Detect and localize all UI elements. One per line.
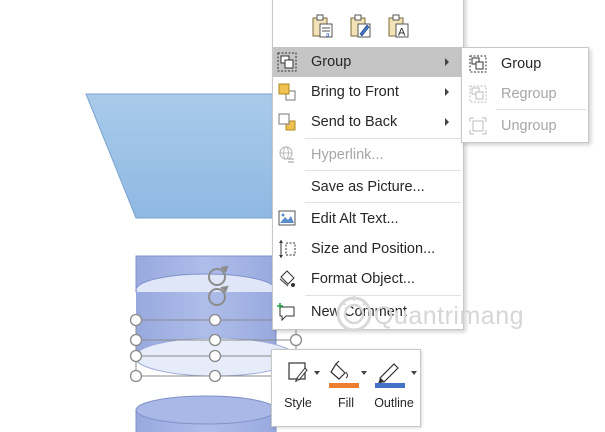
menu-item-size-and-position[interactable]: Size and Position... xyxy=(273,234,463,264)
submenu-arrow-icon xyxy=(445,118,449,126)
menu-item-label: Size and Position... xyxy=(311,241,436,257)
menu-separator xyxy=(305,138,461,139)
menu-item-new-comment[interactable]: New Comment xyxy=(273,297,463,327)
submenu-arrow-icon xyxy=(445,88,449,96)
mini-toolbar: Style Fill Outline xyxy=(271,349,421,427)
menu-item-group[interactable]: Group xyxy=(273,47,463,77)
menu-item-send-to-back[interactable]: Send to Back xyxy=(273,107,463,137)
size-position-icon xyxy=(279,240,296,258)
submenu-item-label: Regroup xyxy=(501,86,557,102)
menu-separator xyxy=(305,295,461,296)
chevron-down-icon xyxy=(411,371,417,375)
menu-item-label: Hyperlink... xyxy=(311,147,384,163)
new-comment-icon xyxy=(277,303,295,322)
paste-keep-text-only-icon[interactable]: A xyxy=(387,14,409,38)
style-button[interactable]: Style xyxy=(272,350,324,426)
svg-text:A: A xyxy=(398,27,406,39)
menu-item-bring-to-front[interactable]: Bring to Front xyxy=(273,77,463,107)
submenu-item-label: Ungroup xyxy=(501,118,557,134)
bring-to-front-icon xyxy=(278,83,296,101)
submenu-arrow-icon xyxy=(445,58,449,66)
outline-label: Outline xyxy=(374,396,414,410)
menu-item-hyperlink[interactable]: Hyperlink... xyxy=(273,140,463,170)
submenu-item-ungroup[interactable]: Ungroup xyxy=(462,111,588,141)
menu-item-format-object[interactable]: Format Object... xyxy=(273,264,463,294)
submenu-item-label: Group xyxy=(501,56,542,72)
paste-keep-source-formatting-icon[interactable]: a xyxy=(311,14,333,38)
hyperlink-icon xyxy=(279,146,294,163)
paste-use-destination-theme-icon[interactable] xyxy=(349,14,371,38)
outline-color-swatch xyxy=(375,383,405,388)
shape-style-icon xyxy=(288,362,308,382)
chevron-down-icon xyxy=(314,371,320,375)
ungroup-icon xyxy=(469,117,487,135)
fill-color-swatch xyxy=(329,383,359,388)
menu-item-edit-alt-text[interactable]: Edit Alt Text... xyxy=(273,204,463,234)
menu-separator xyxy=(305,202,461,203)
cylinder-lower[interactable] xyxy=(135,395,277,432)
menu-item-label: New Comment xyxy=(311,304,407,320)
menu-item-label: Send to Back xyxy=(311,114,398,130)
pen-outline-icon xyxy=(375,363,405,388)
group-icon xyxy=(277,52,297,72)
context-menu: a A Group Bring to Front Send to Back Hy… xyxy=(272,0,464,330)
menu-item-label: Save as Picture... xyxy=(311,179,425,195)
menu-item-label: Edit Alt Text... xyxy=(311,211,399,227)
group-submenu: Group Regroup Ungroup xyxy=(461,47,589,143)
menu-item-label: Group xyxy=(311,54,352,70)
submenu-item-regroup[interactable]: Regroup xyxy=(462,79,588,109)
menu-item-save-as-picture[interactable]: Save as Picture... xyxy=(273,172,463,202)
format-object-icon xyxy=(279,270,295,287)
fill-button[interactable]: Fill xyxy=(324,350,368,426)
funnel-trapezoid[interactable] xyxy=(85,93,281,219)
submenu-item-group[interactable]: Group xyxy=(462,49,588,79)
menu-item-label: Format Object... xyxy=(311,271,415,287)
cylinder-upper[interactable] xyxy=(135,255,277,320)
chevron-down-icon xyxy=(361,371,367,375)
outline-button[interactable]: Outline xyxy=(368,350,420,426)
paint-bucket-icon xyxy=(329,360,359,388)
regroup-icon xyxy=(469,85,487,103)
menu-item-label: Bring to Front xyxy=(311,84,399,100)
alt-text-icon xyxy=(278,210,296,226)
fill-label: Fill xyxy=(338,396,354,410)
send-to-back-icon xyxy=(278,113,296,131)
submenu-separator xyxy=(496,109,586,110)
group-icon xyxy=(469,55,487,73)
paste-options-row: a A xyxy=(273,9,463,43)
style-label: Style xyxy=(284,396,312,410)
menu-separator xyxy=(305,170,461,171)
